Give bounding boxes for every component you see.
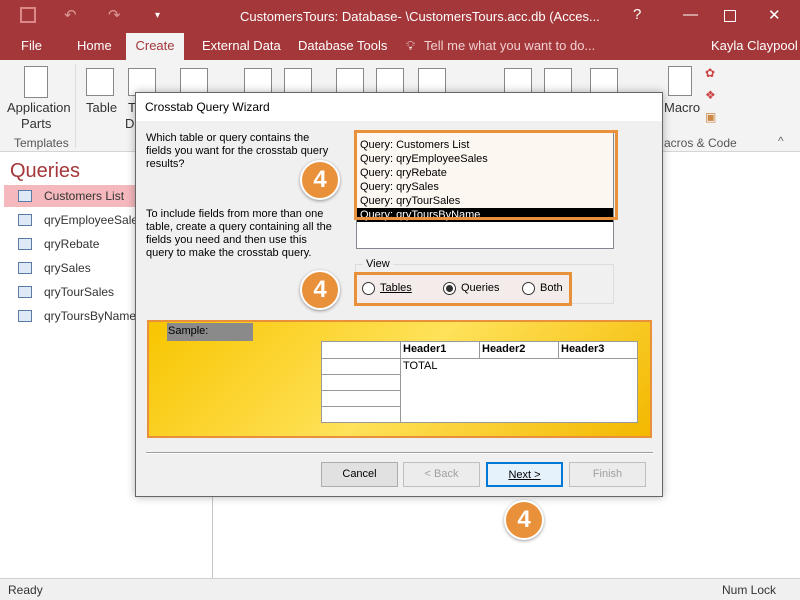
macro-button[interactable]: Macro: [664, 100, 700, 115]
visual-basic-icon[interactable]: ▣: [705, 110, 716, 124]
close-button[interactable]: ✕: [768, 6, 781, 24]
finish-button[interactable]: Finish: [569, 462, 646, 487]
tab-create[interactable]: Create: [126, 33, 184, 60]
title-bar: ↶ ↷ ▾ CustomersTours: Database- \Custome…: [0, 0, 800, 60]
sample-label: Sample:: [167, 323, 253, 341]
step-callout: 4: [504, 500, 544, 540]
highlight-box: [354, 272, 572, 306]
minimize-button[interactable]: —: [683, 6, 698, 23]
status-num-lock: Num Lock: [722, 583, 777, 597]
table-icon: [86, 68, 114, 96]
sample-preview: Sample: Header1 Header2 Header3 TOTAL: [147, 320, 652, 438]
nav-item-label: qryTourSales: [44, 285, 115, 299]
tab-home[interactable]: Home: [77, 38, 112, 53]
separator: [146, 452, 653, 454]
save-icon[interactable]: [20, 7, 36, 23]
crosstab-query-wizard-dialog: Crosstab Query Wizard Which table or que…: [135, 92, 663, 497]
table-button[interactable]: Table: [86, 100, 117, 115]
tell-me-search[interactable]: Tell me what you want to do...: [424, 38, 595, 53]
help-button[interactable]: ?: [633, 6, 641, 23]
customize-toolbar-icon[interactable]: ▾: [155, 10, 160, 21]
row-header-cell: [321, 406, 401, 423]
tab-file[interactable]: File: [21, 38, 42, 53]
lightbulb-icon: 💡︎: [406, 38, 416, 53]
cancel-button[interactable]: Cancel: [321, 462, 398, 487]
step-callout: 4: [300, 270, 340, 310]
application-parts-label: Parts: [21, 116, 52, 131]
column-header: Header3: [558, 341, 638, 359]
dialog-title: Crosstab Query Wizard: [136, 93, 662, 121]
divider: [75, 64, 76, 148]
help-text: To include fields from more than one tab…: [146, 208, 332, 259]
next-button[interactable]: Next >: [486, 462, 563, 487]
query-icon: [18, 286, 32, 298]
maximize-button[interactable]: [724, 10, 736, 22]
back-button[interactable]: < Back: [403, 462, 480, 487]
status-ready: Ready: [8, 583, 43, 597]
column-header: Header2: [479, 341, 559, 359]
query-icon: [18, 238, 32, 250]
group-macros-code: acros & Code: [664, 136, 737, 150]
query-icon: [18, 310, 32, 322]
nav-item-label: qryEmployeeSales: [44, 213, 145, 227]
tab-database-tools[interactable]: Database Tools: [298, 38, 387, 53]
nav-item-label: qryRebate: [44, 237, 100, 251]
application-parts-icon: [24, 66, 48, 98]
undo-icon[interactable]: ↶: [64, 6, 77, 24]
query-icon: [18, 214, 32, 226]
row-header-cell: [321, 374, 401, 391]
nav-item-label: qrySales: [44, 261, 91, 275]
nav-pane-title[interactable]: Queries: [10, 160, 80, 183]
window-title: CustomersTours: Database- \CustomersTour…: [240, 9, 600, 24]
user-name[interactable]: Kayla Claypool: [711, 38, 798, 53]
step-callout: 4: [300, 160, 340, 200]
nav-item-label: qryToursByName: [44, 309, 137, 323]
column-header: Header1: [400, 341, 480, 359]
query-icon: [18, 190, 32, 202]
tab-external-data[interactable]: External Data: [202, 38, 281, 53]
macro-icon: [668, 66, 692, 96]
total-cell: TOTAL: [400, 358, 638, 423]
nav-item-label: Customers List: [44, 189, 125, 203]
row-header-cell: [321, 358, 401, 375]
query-icon: [18, 262, 32, 274]
highlight-box: [354, 130, 618, 220]
corner-cell: [321, 341, 401, 359]
application-parts-button[interactable]: Application: [7, 100, 71, 115]
row-header-cell: [321, 390, 401, 407]
redo-icon[interactable]: ↷: [108, 6, 121, 24]
view-label: View: [363, 258, 393, 270]
module-icon[interactable]: ✿: [705, 66, 715, 80]
class-module-icon[interactable]: ❖: [705, 88, 716, 102]
collapse-ribbon-icon[interactable]: ^: [778, 134, 784, 148]
status-bar: Ready Num Lock: [0, 578, 800, 600]
group-templates: Templates: [14, 136, 69, 150]
